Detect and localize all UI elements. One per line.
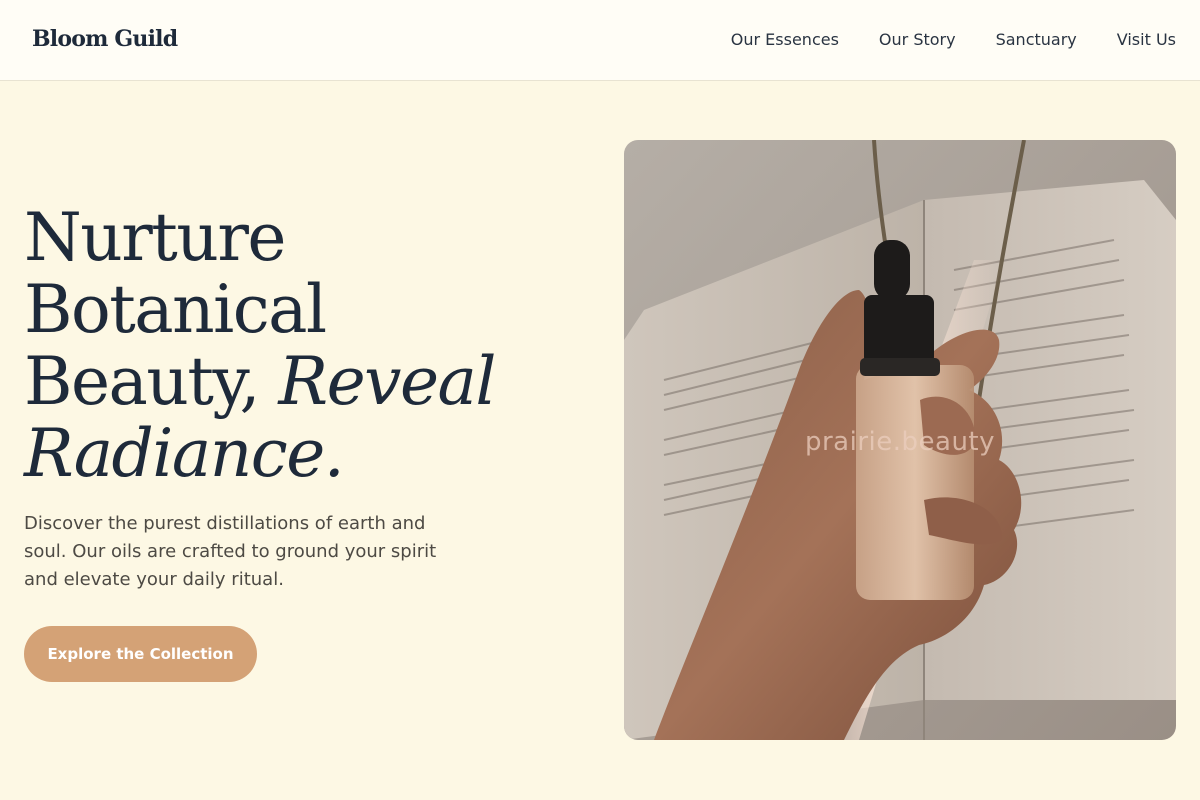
hero-title-italic-reveal: Reveal bbox=[278, 343, 496, 420]
nav-link-our-story[interactable]: Our Story bbox=[879, 30, 956, 49]
brand-logo[interactable]: Bloom Guild bbox=[32, 26, 178, 52]
hero-title-line-1: Nurture bbox=[24, 199, 286, 276]
hero-title-line-3: Beauty, Reveal bbox=[24, 346, 584, 418]
hero-title: Nurture Botanical Beauty, Reveal Radianc… bbox=[24, 202, 584, 490]
hero-image: prairie.beauty bbox=[624, 140, 1176, 740]
nav-link-our-essences[interactable]: Our Essences bbox=[731, 30, 839, 49]
nav-link-visit-us[interactable]: Visit Us bbox=[1117, 30, 1176, 49]
hero-title-line-2: Botanical bbox=[24, 271, 327, 348]
hero-title-plain: Beauty, bbox=[24, 343, 279, 420]
explore-collection-button[interactable]: Explore the Collection bbox=[24, 626, 257, 682]
hero-title-italic-radiance: Radiance. bbox=[24, 415, 345, 492]
image-watermark: prairie.beauty bbox=[804, 427, 995, 457]
main-nav: Our Essences Our Story Sanctuary Visit U… bbox=[731, 30, 1176, 49]
hero-description: Discover the purest distillations of ear… bbox=[24, 513, 437, 590]
nav-link-sanctuary[interactable]: Sanctuary bbox=[996, 30, 1077, 49]
hero-title-line-4: Radiance. bbox=[24, 418, 584, 490]
site-header: Bloom Guild Our Essences Our Story Sanct… bbox=[0, 0, 1200, 81]
